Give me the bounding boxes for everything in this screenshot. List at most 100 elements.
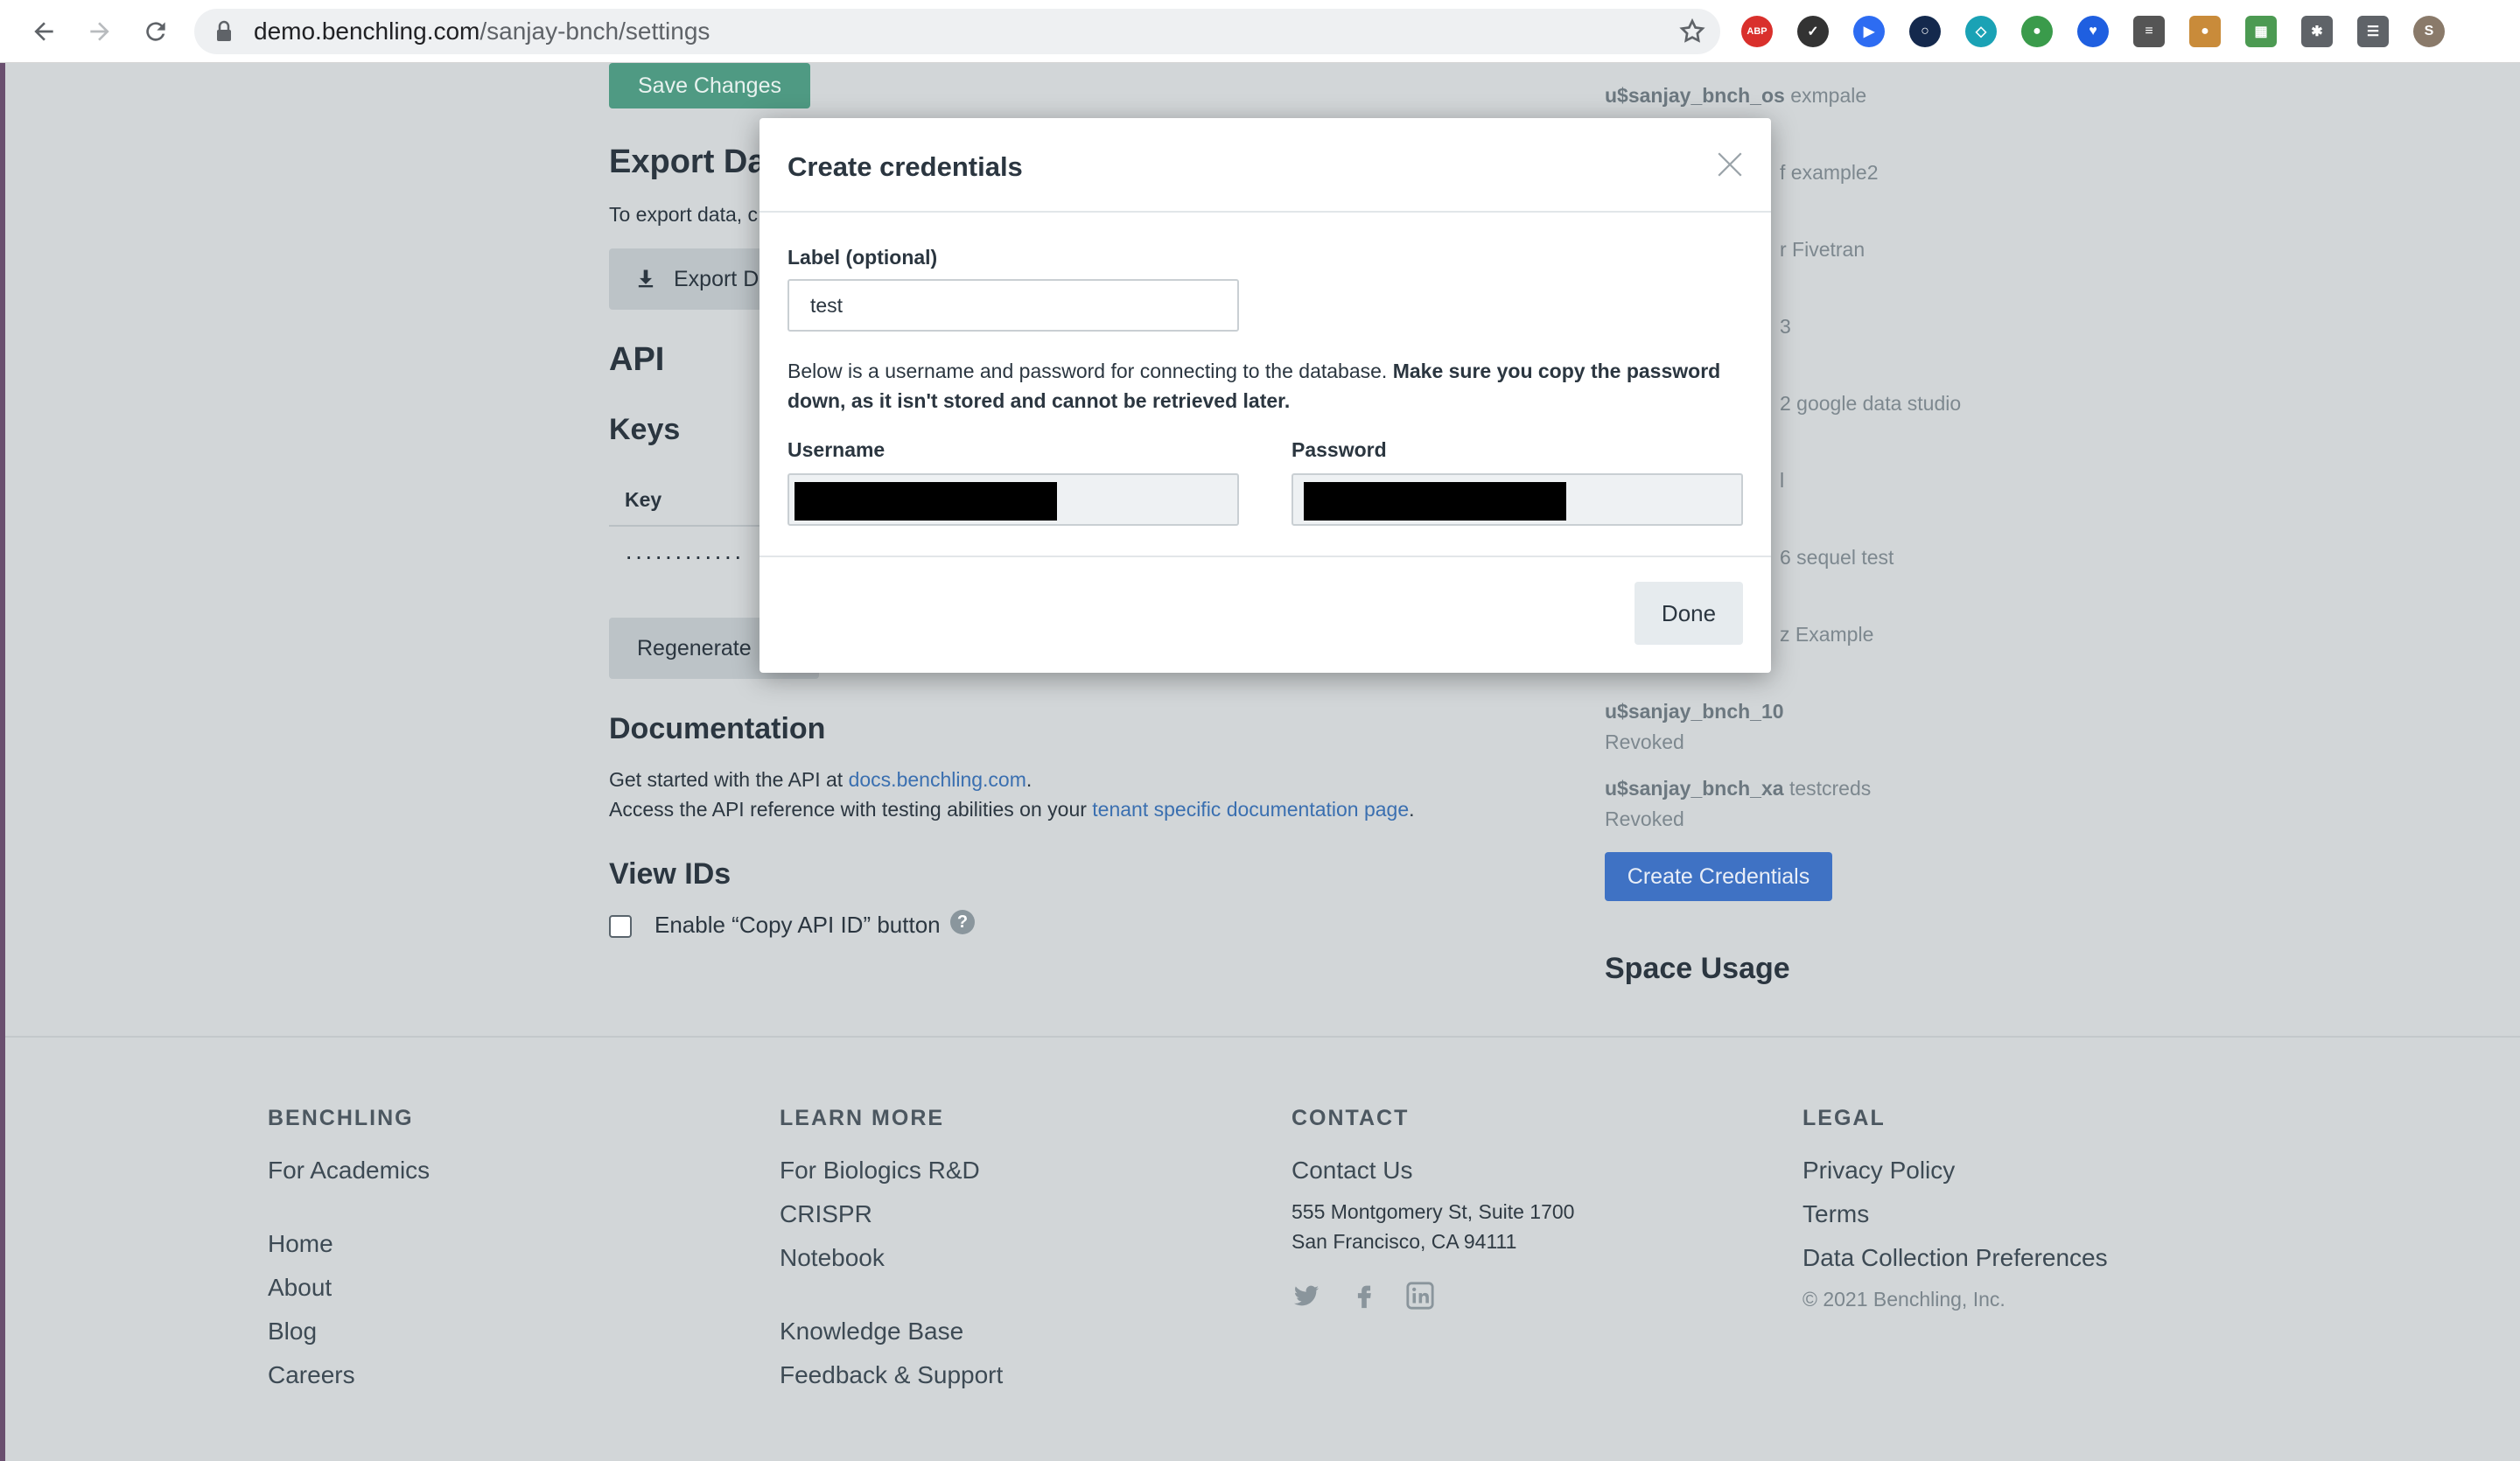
space-usage-title: Space Usage [1605, 952, 1790, 985]
password-label: Password [1292, 438, 1387, 461]
description-text: Below is a username and password for con… [788, 360, 1393, 382]
username-label: Username [788, 438, 886, 461]
bookmark-star-icon[interactable] [1678, 17, 1706, 45]
credential-label: 6 sequel test [1780, 546, 1894, 569]
profile-avatar[interactable]: S [2413, 16, 2445, 47]
footer-link-data-collection[interactable]: Data Collection Preferences [1802, 1244, 2108, 1272]
sheet-icon[interactable]: ▦ [2245, 16, 2277, 47]
create-credentials-modal: Create credentials Label (optional) test… [760, 118, 1771, 673]
label-field-label: Label (optional) [788, 246, 938, 269]
footer-learn-more-heading: LEARN MORE [780, 1106, 945, 1130]
modal-header-divider [760, 211, 1771, 213]
footer-benchling-heading: BENCHLING [268, 1106, 414, 1130]
lock-icon [217, 20, 231, 41]
credential-username: u$sanjay_bnch_10 [1605, 700, 1784, 723]
close-icon[interactable] [1715, 150, 1745, 179]
doc-line-2: Access the API reference with testing ab… [609, 798, 1415, 821]
credential-label: testcreds [1783, 777, 1872, 800]
doc-line-1-text: Get started with the API at [609, 768, 849, 791]
facebook-icon[interactable] [1349, 1281, 1379, 1311]
footer-link-privacy[interactable]: Privacy Policy [1802, 1157, 1955, 1185]
label-input[interactable]: test [788, 279, 1239, 332]
export-data-title: Export Da [609, 143, 766, 180]
credential-item: u$sanjay_bnch_os exmpale [1605, 84, 1866, 108]
download-icon [638, 269, 654, 288]
forward-icon[interactable] [80, 12, 119, 51]
browser-toolbar: demo.benchling.com/sanjay-bnch/settings … [0, 0, 2520, 63]
credentials-description: Below is a username and password for con… [788, 356, 1750, 416]
cookie-icon[interactable]: ● [2189, 16, 2221, 47]
site-footer: BENCHLING For Academics Home About Blog … [5, 1036, 2520, 1461]
create-credentials-button[interactable]: Create Credentials [1605, 852, 1832, 901]
url-text: demo.benchling.com/sanjay-bnch/settings [254, 9, 710, 54]
footer-link-academics[interactable]: For Academics [268, 1157, 430, 1185]
footer-link-terms[interactable]: Terms [1802, 1200, 1869, 1228]
footer-contact-heading: CONTACT [1292, 1106, 1410, 1130]
credential-status: Revoked [1605, 730, 1684, 753]
credential-username: u$sanjay_bnch_xa [1605, 777, 1784, 800]
footer-link-feedback[interactable]: Feedback & Support [780, 1361, 1003, 1389]
linkedin-icon[interactable] [1405, 1281, 1435, 1311]
footer-link-careers[interactable]: Careers [268, 1361, 355, 1389]
ring-icon[interactable]: ○ [1909, 16, 1941, 47]
footer-link-biologics[interactable]: For Biologics R&D [780, 1157, 980, 1185]
view-ids-title: View IDs [609, 857, 732, 891]
documentation-title: Documentation [609, 712, 826, 745]
doc-line-2-period: . [1409, 798, 1415, 821]
help-icon[interactable]: ? [950, 910, 975, 934]
twitter-icon[interactable] [1292, 1281, 1321, 1311]
docs-link[interactable]: docs.benchling.com [849, 768, 1026, 791]
media-icon[interactable]: ☰ [2357, 16, 2389, 47]
credential-label: r Fivetran [1780, 238, 1866, 261]
credential-label: 3 [1780, 315, 1791, 338]
footer-link-about[interactable]: About [268, 1274, 332, 1302]
check-circle-icon[interactable]: ✓ [1797, 16, 1829, 47]
api-key-masked: ············ [625, 542, 744, 570]
doc-line-2-text: Access the API reference with testing ab… [609, 798, 1093, 821]
keys-col-key: Key [625, 488, 662, 511]
footer-link-notebook[interactable]: Notebook [780, 1244, 885, 1272]
leaf-icon[interactable]: ● [2021, 16, 2053, 47]
tenant-docs-link[interactable]: tenant specific documentation page [1092, 798, 1409, 821]
credential-item: u$sanjay_bnch_10 Revoked [1605, 700, 1784, 754]
footer-link-knowledge-base[interactable]: Knowledge Base [780, 1318, 963, 1346]
credential-label: z Example [1780, 623, 1874, 646]
export-data-button[interactable]: Export D [609, 248, 784, 310]
address-bar[interactable]: demo.benchling.com/sanjay-bnch/settings [194, 9, 1720, 54]
copy-api-id-label: Enable “Copy API ID” button [654, 912, 941, 938]
doc-line-1-period: . [1026, 768, 1032, 791]
password-field[interactable] [1292, 473, 1743, 526]
footer-link-blog[interactable]: Blog [268, 1318, 317, 1346]
password-redacted [1304, 482, 1566, 521]
save-changes-button[interactable]: Save Changes [609, 63, 810, 108]
api-title: API [609, 341, 665, 378]
credential-label: 2 google data studio [1780, 392, 1962, 415]
done-button[interactable]: Done [1634, 582, 1743, 645]
export-data-text: To export data, c [609, 203, 759, 226]
credential-label: exmpale [1784, 84, 1867, 107]
footer-legal-heading: LEGAL [1802, 1106, 1886, 1130]
credential-status: Revoked [1605, 807, 1684, 830]
copy-api-id-checkbox[interactable] [609, 915, 632, 938]
credential-username: u$sanjay_bnch_os [1605, 84, 1785, 107]
url-path: /sanjay-bnch/settings [480, 17, 710, 45]
reload-icon[interactable] [136, 12, 175, 51]
username-field[interactable] [788, 473, 1239, 526]
adblock-icon[interactable]: ABP [1741, 16, 1773, 47]
reader-icon[interactable]: ≡ [2133, 16, 2165, 47]
regenerate-button-label: Regenerate [637, 635, 752, 661]
footer-link-crispr[interactable]: CRISPR [780, 1200, 872, 1228]
shield-icon[interactable]: ♥ [2077, 16, 2109, 47]
doc-line-1: Get started with the API at docs.benchli… [609, 768, 1032, 792]
footer-copyright: © 2021 Benchling, Inc. [1802, 1288, 2006, 1311]
cube-icon[interactable]: ◇ [1965, 16, 1997, 47]
zoom-icon[interactable]: ▶ [1853, 16, 1885, 47]
footer-address-line-2: San Francisco, CA 94111 [1292, 1230, 1517, 1253]
back-icon[interactable] [24, 12, 63, 51]
puzzle-icon[interactable]: ✱ [2301, 16, 2333, 47]
url-host: demo.benchling.com [254, 17, 480, 45]
footer-link-home[interactable]: Home [268, 1230, 333, 1258]
keys-title: Keys [609, 413, 681, 446]
footer-link-contact-us[interactable]: Contact Us [1292, 1157, 1413, 1185]
credential-label: f example2 [1780, 161, 1879, 184]
